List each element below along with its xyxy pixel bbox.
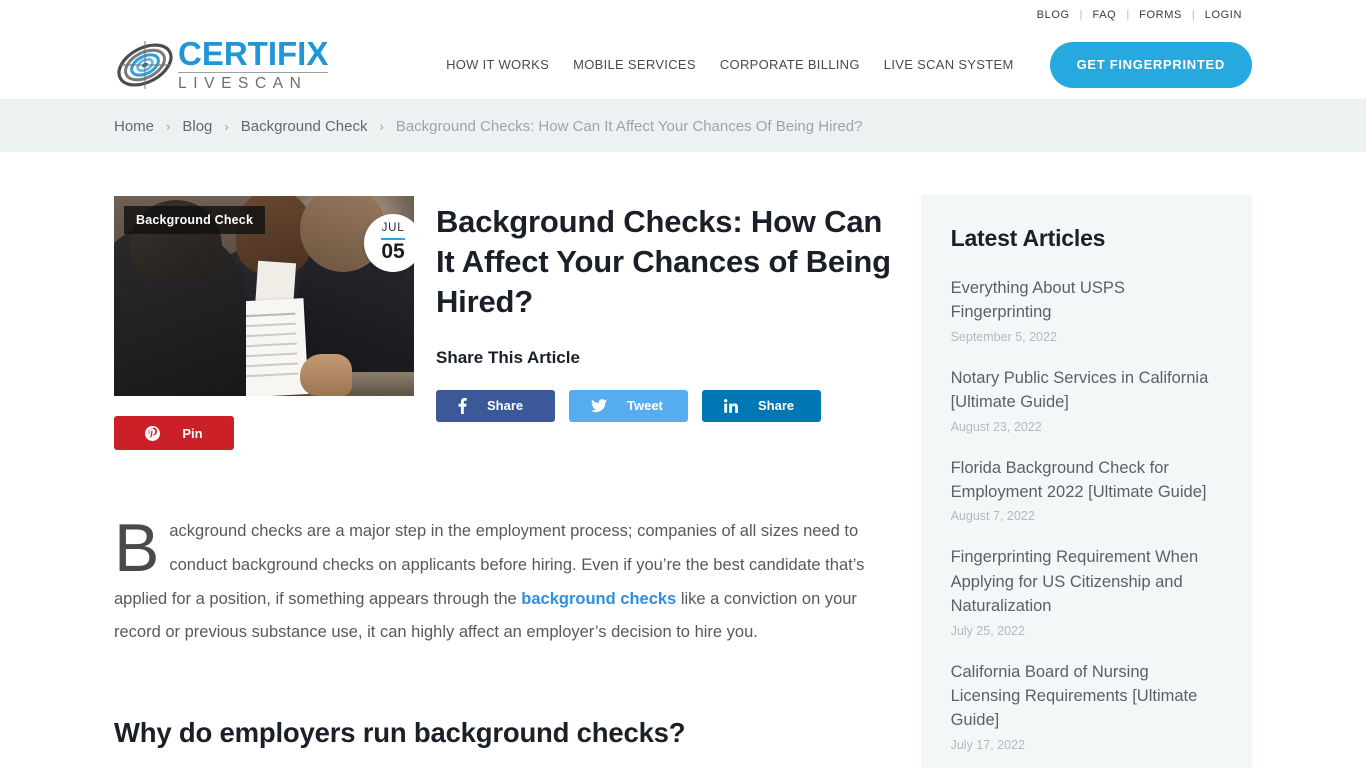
twitter-icon xyxy=(591,399,607,413)
utility-link-faq[interactable]: FAQ xyxy=(1083,9,1127,21)
get-fingerprinted-button[interactable]: GET FINGERPRINTED xyxy=(1049,41,1252,88)
sidebar-article-link[interactable]: California Board of Nursing Licensing Re… xyxy=(951,660,1222,733)
sidebar-article-date: August 7, 2022 xyxy=(950,509,1035,524)
share-heading: Share This Article xyxy=(436,347,580,367)
chevron-right-icon: › xyxy=(166,118,171,134)
category-badge[interactable]: Background Check xyxy=(124,206,266,234)
link-background-checks[interactable]: background checks xyxy=(521,590,676,608)
site-header: CERTIFIX LIVESCAN HOW IT WORKS MOBILE SE… xyxy=(0,30,1366,100)
utility-nav: BLOG | FAQ | FORMS | LOGIN xyxy=(0,0,1366,30)
chevron-right-icon: › xyxy=(224,118,229,134)
sidebar-article-link[interactable]: Florida Background Check for Employment … xyxy=(951,456,1222,505)
date-badge-day: 05 xyxy=(381,239,405,263)
linkedin-icon xyxy=(724,398,738,413)
share-linkedin-label: Share xyxy=(758,398,795,414)
article-content: Background Check JUL 05 Pin Background C… xyxy=(114,152,893,768)
utility-link-forms[interactable]: FORMS xyxy=(1129,9,1192,21)
sidebar-article-link[interactable]: Fingerprinting Requirement When Applying… xyxy=(951,545,1222,618)
pinterest-pin-label: Pin xyxy=(182,425,203,441)
article-header: Background Check JUL 05 Pin Background C… xyxy=(114,196,893,450)
logo-brand-subname: LIVESCAN xyxy=(178,75,308,93)
logo-divider xyxy=(178,72,329,74)
date-badge-month: JUL xyxy=(381,222,405,235)
page-title: Background Checks: How Can It Affect You… xyxy=(436,204,891,319)
breadcrumb-item-current: Background Checks: How Can It Affect You… xyxy=(395,117,863,135)
featured-media: Background Check JUL 05 Pin xyxy=(114,196,414,450)
share-buttons: Share Tweet Share xyxy=(436,389,893,422)
breadcrumb-item-background-check[interactable]: Background Check xyxy=(241,118,368,135)
pinterest-pin-button[interactable]: Pin xyxy=(114,416,234,450)
featured-image: Background Check JUL 05 xyxy=(114,196,414,396)
page-body: Background Check JUL 05 Pin Background C… xyxy=(0,152,1366,768)
article-title-column: Background Checks: How Can It Affect You… xyxy=(436,196,893,450)
sidebar-heading: Latest Articles xyxy=(950,225,1106,251)
list-item: Notary Public Services in California [Ul… xyxy=(951,366,1222,434)
pinterest-icon xyxy=(145,425,161,441)
share-facebook-button[interactable]: Share xyxy=(436,389,555,422)
nav-item-mobile-services[interactable]: MOBILE SERVICES xyxy=(561,57,708,72)
sidebar-article-link[interactable]: Everything About USPS Fingerprinting xyxy=(951,276,1222,325)
share-twitter-button[interactable]: Tweet xyxy=(569,389,688,422)
list-item: Fingerprinting Requirement When Applying… xyxy=(951,545,1222,637)
latest-articles-card: Latest Articles Everything About USPS Fi… xyxy=(920,195,1252,768)
nav-item-corporate-billing[interactable]: CORPORATE BILLING xyxy=(708,57,872,72)
chevron-right-icon: › xyxy=(379,118,384,134)
facebook-icon xyxy=(458,397,467,414)
sidebar-article-date: August 23, 2022 xyxy=(950,419,1042,434)
sidebar-article-link[interactable]: Notary Public Services in California [Ul… xyxy=(951,366,1222,415)
breadcrumb: Home › Blog › Background Check › Backgro… xyxy=(0,100,1366,152)
share-facebook-label: Share xyxy=(487,398,524,414)
breadcrumb-item-home[interactable]: Home xyxy=(114,118,154,135)
drop-cap: B xyxy=(114,510,160,586)
sidebar-article-date: July 17, 2022 xyxy=(950,737,1025,752)
section-heading: Why do employers run background checks? xyxy=(114,717,686,749)
main-nav: HOW IT WORKS MOBILE SERVICES CORPORATE B… xyxy=(434,41,1252,88)
share-twitter-label: Tweet xyxy=(627,398,663,414)
sidebar-article-date: September 5, 2022 xyxy=(950,329,1057,344)
sidebar: Latest Articles Everything About USPS Fi… xyxy=(893,152,1252,768)
breadcrumb-item-blog[interactable]: Blog xyxy=(182,118,212,135)
sidebar-article-date: July 25, 2022 xyxy=(950,623,1025,638)
list-item: California Board of Nursing Licensing Re… xyxy=(951,660,1222,752)
lead-paragraph: Background checks are a major step in th… xyxy=(114,510,893,650)
list-item: Florida Background Check for Employment … xyxy=(951,456,1222,524)
site-logo[interactable]: CERTIFIX LIVESCAN xyxy=(114,37,354,92)
logo-brand-name: CERTIFIX xyxy=(178,35,329,73)
nav-item-live-scan-system[interactable]: LIVE SCAN SYSTEM xyxy=(872,57,1026,72)
nav-item-how-it-works[interactable]: HOW IT WORKS xyxy=(434,57,561,72)
list-item: Everything About USPS Fingerprinting Sep… xyxy=(951,276,1222,344)
date-badge: JUL 05 xyxy=(364,214,414,272)
utility-link-login[interactable]: LOGIN xyxy=(1195,9,1252,21)
share-linkedin-button[interactable]: Share xyxy=(702,389,821,422)
fingerprint-swirl-icon xyxy=(114,39,176,91)
utility-link-blog[interactable]: BLOG xyxy=(1027,9,1080,21)
